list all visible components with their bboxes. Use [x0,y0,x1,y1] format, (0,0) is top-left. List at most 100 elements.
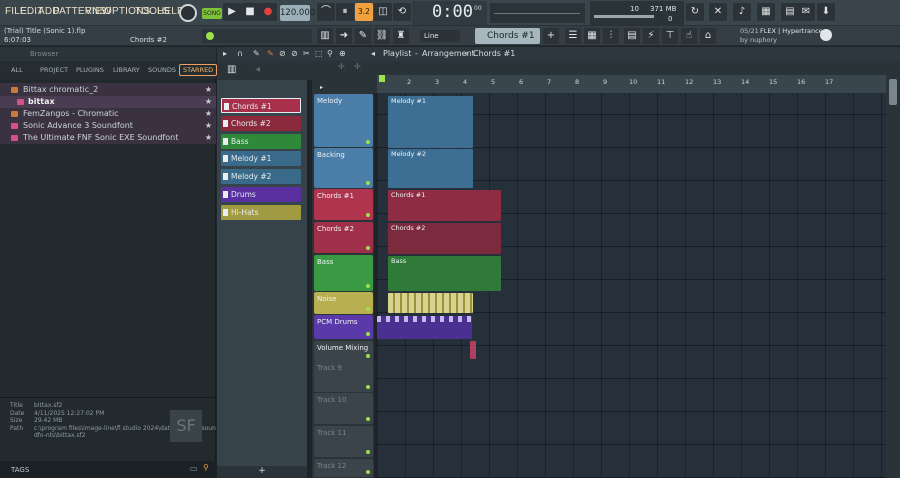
star-icon[interactable]: ★ [205,108,212,120]
pencil-tool-button[interactable]: ✎ [355,28,371,44]
tools-button[interactable]: ✕ [709,3,727,21]
track-header-12[interactable]: Track 12 [314,459,373,477]
piano-roll-button[interactable]: ▥ [317,28,333,44]
track-enable-dot[interactable] [366,181,370,185]
list-item[interactable]: bittax ★ [0,96,216,108]
play-button[interactable]: ▶ [223,3,241,21]
track-enable-dot[interactable] [366,307,370,311]
master-pitch-slider[interactable] [202,29,312,43]
track-enable-dot[interactable] [366,332,370,336]
tab-starred[interactable]: STARRED [179,64,218,76]
add-pattern-button[interactable]: + [217,466,307,478]
globe-icon[interactable] [820,29,832,41]
mixer-button[interactable]: ⫶ [603,28,619,44]
list-item[interactable]: The Ultimate FNF Sonic EXE Soundfont ★ [0,132,216,144]
playback-tool-icon[interactable]: ⊕ [339,49,346,58]
next-button[interactable]: ➜ [336,28,352,44]
step-display[interactable]: 3.2 [355,3,373,21]
playlist-button[interactable]: ☰ [565,28,581,44]
timeline-ruler[interactable]: 2 3 4 5 6 7 8 9 10 11 12 13 14 15 16 17 [377,75,886,93]
stamp-button[interactable]: ♜ [393,28,409,44]
mic-button[interactable]: ♪ [733,3,751,21]
star-icon[interactable]: ★ [205,132,212,144]
vertical-scrollbar[interactable] [886,75,900,478]
tempo-display[interactable]: 120.000 [280,5,315,21]
track-enable-dot[interactable] [366,417,370,421]
picker-item-melody-1[interactable]: Melody #1 [221,151,301,166]
pattern-clip-noise[interactable] [388,293,473,313]
track-header-11[interactable]: Track 11 [314,426,373,457]
metronome-button[interactable]: ⌒ [317,3,335,21]
pattern-clip-chords-2[interactable]: Chords #2 [388,223,501,254]
shop-button[interactable]: ⌂ [700,28,716,44]
song-mode-toggle[interactable]: SONG [202,8,222,19]
link-button[interactable]: ⛓ [374,28,390,44]
track-header-noise[interactable]: Noise [314,292,373,314]
track-enable-dot[interactable] [366,354,370,358]
draw-tool-icon[interactable]: ✎ [253,49,260,58]
pattern-clip-melody-2[interactable]: Melody #2 [388,149,473,188]
track-header-melody[interactable]: Melody [314,94,373,147]
pattern-clip-chords-1[interactable]: Chords #1 [388,190,501,221]
browser-button[interactable]: ▤ [624,28,640,44]
paint-tool-icon[interactable]: ✎ [267,49,274,58]
tab-plugins[interactable]: PLUGINS [76,66,104,74]
picker-item-drums[interactable]: Drums [221,187,301,202]
slice-tool-icon[interactable]: ✂ [303,49,310,58]
undo-history-button[interactable]: ↻ [686,3,704,21]
loop-record-button[interactable]: ⟲ [393,3,411,21]
list-item[interactable]: FemZangos - Chromatic ★ [0,108,216,120]
snap-selector[interactable]: Line [420,30,460,42]
track-header-backing[interactable]: Backing [314,148,373,188]
track-enable-dot[interactable] [366,213,370,217]
track-header-pcm-drums[interactable]: PCM Drums [314,315,373,339]
plugin-picker-button[interactable]: ⚡ [643,28,659,44]
track-enable-dot[interactable] [366,284,370,288]
list-item[interactable]: Bittax chromatic_2 ★ [0,84,216,96]
select-tool-icon[interactable]: ⬚ [315,49,323,58]
search-icon[interactable]: ⚲ [203,463,209,472]
pin-button[interactable]: ⊤ [662,28,678,44]
zoom-tool-icon[interactable]: ⚲ [327,49,333,58]
star-icon[interactable]: ★ [205,120,212,132]
plus-icon[interactable]: ✛ [338,62,345,71]
delete-tool-icon[interactable]: ⊘ [279,49,286,58]
piano-icon[interactable]: ▥ [227,64,236,75]
tab-library[interactable]: LIBRARY [113,66,140,74]
magnet-icon[interactable]: ∩ [237,49,243,58]
folder-icon[interactable]: ▭ [190,464,198,473]
news-title[interactable]: FLEX | Hypertrance [760,27,823,35]
scroll-thumb[interactable] [889,79,897,105]
playlist-grid[interactable]: Melody #1 Melody #2 Chords #1 Chords #2 … [377,93,886,478]
wait-for-input-button[interactable]: ⏸ [336,3,354,21]
track-enable-dot[interactable] [366,470,370,474]
breadcrumb-pattern[interactable]: Chords #1 [473,49,515,58]
picker-item-chords-2[interactable]: Chords #2 [221,116,301,131]
chat-button[interactable]: ✉ [797,3,815,21]
track-enable-dot[interactable] [366,385,370,389]
track-header-chords-1[interactable]: Chords #1 [314,189,373,220]
plugin-database-button[interactable]: ▦ [757,3,775,21]
picker-item-bass[interactable]: Bass [221,134,301,149]
tab-sounds[interactable]: SOUNDS [148,66,176,74]
pattern-selector[interactable]: Chords #1 [475,28,540,44]
playhead-marker[interactable] [379,75,385,82]
tempo-tapper-button[interactable]: ☝ [681,28,697,44]
tab-all[interactable]: ALL [11,66,23,74]
track-enable-dot[interactable] [366,246,370,250]
plus-icon[interactable]: ✛ [354,62,361,71]
mute-tool-icon[interactable]: ⊘ [291,49,298,58]
stop-button[interactable]: ■ [241,3,259,21]
download-button[interactable]: ⬇ [817,3,835,21]
audio-icon[interactable]: ◂ [255,64,260,75]
time-display[interactable]: 0:00 00 [412,1,487,25]
pattern-clip-melody-1[interactable]: Melody #1 [388,96,473,148]
picker-item-chords-1[interactable]: Chords #1 [221,98,301,113]
star-icon[interactable]: ★ [205,84,212,96]
picker-item-melody-2[interactable]: Melody #2 [221,169,301,184]
track-header-bass[interactable]: Bass [314,255,373,291]
master-volume-knob[interactable] [179,4,197,22]
track-header-9[interactable]: Track 9 [314,361,373,392]
chevron-right-icon[interactable]: ▸ [320,84,323,91]
blend-notes-button[interactable]: ◫ [374,3,392,21]
